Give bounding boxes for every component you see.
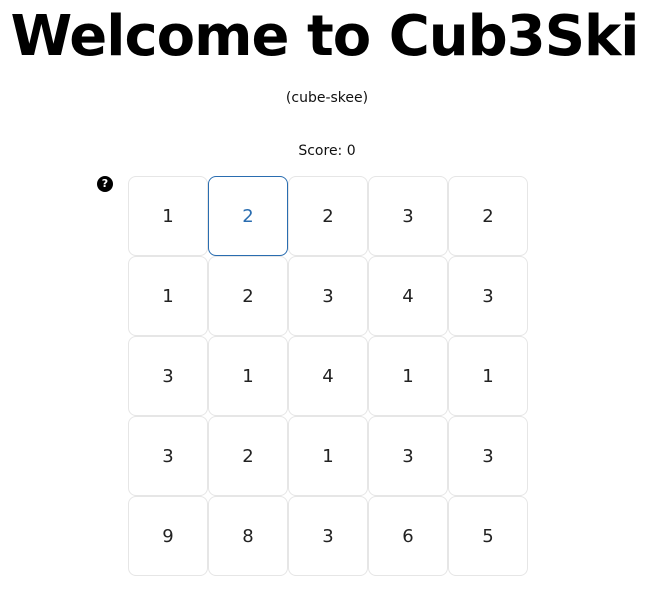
pronunciation-text: (cube-skee) — [285, 90, 369, 106]
board-cell-r4-c3[interactable]: 6 — [368, 496, 448, 576]
board-cell-r3-c3[interactable]: 3 — [368, 416, 448, 496]
board-cell-r4-c0[interactable]: 9 — [128, 496, 208, 576]
board-cell-r1-c0[interactable]: 1 — [128, 256, 208, 336]
board-cell-r4-c1[interactable]: 8 — [208, 496, 288, 576]
board-cell-r2-c0[interactable]: 3 — [128, 336, 208, 416]
board-cell-r2-c1[interactable]: 1 — [208, 336, 288, 416]
board-cell-r0-c4[interactable]: 2 — [448, 176, 528, 256]
board-cell-r1-c2[interactable]: 3 — [288, 256, 368, 336]
board-cell-r0-c0[interactable]: 1 — [128, 176, 208, 256]
board-cell-r2-c2[interactable]: 4 — [288, 336, 368, 416]
board-cell-r3-c0[interactable]: 3 — [128, 416, 208, 496]
page-title: Welcome to Cub3Ski — [10, 4, 640, 69]
game-board: 1223212343314113213398365 — [128, 176, 528, 576]
score-display: Score: 0 — [298, 143, 356, 159]
board-cell-r2-c4[interactable]: 1 — [448, 336, 528, 416]
board-cell-r2-c3[interactable]: 1 — [368, 336, 448, 416]
board-cell-r0-c3[interactable]: 3 — [368, 176, 448, 256]
help-icon[interactable]: ? — [97, 176, 113, 192]
board-cell-r1-c1[interactable]: 2 — [208, 256, 288, 336]
board-cell-r4-c4[interactable]: 5 — [448, 496, 528, 576]
board-cell-r1-c4[interactable]: 3 — [448, 256, 528, 336]
board-cell-r3-c4[interactable]: 3 — [448, 416, 528, 496]
board-cell-r0-c1[interactable]: 2 — [208, 176, 288, 256]
board-cell-r0-c2[interactable]: 2 — [288, 176, 368, 256]
board-cell-r3-c2[interactable]: 1 — [288, 416, 368, 496]
board-cell-r3-c1[interactable]: 2 — [208, 416, 288, 496]
board-cell-r1-c3[interactable]: 4 — [368, 256, 448, 336]
board-cell-r4-c2[interactable]: 3 — [288, 496, 368, 576]
game-page: Welcome to Cub3Ski (cube-skee) Score: 0 … — [0, 0, 649, 589]
